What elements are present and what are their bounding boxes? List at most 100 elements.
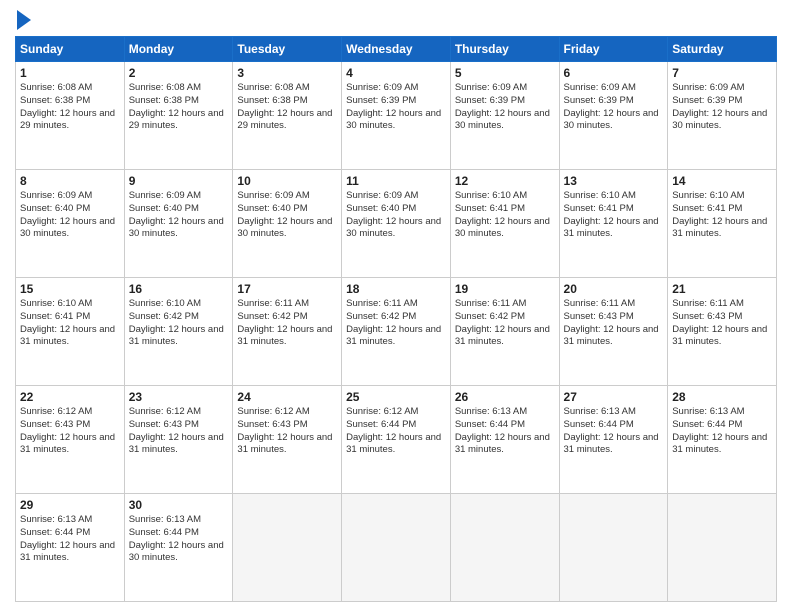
day-info: Sunrise: 6:10 AMSunset: 6:41 PMDaylight:… (564, 190, 664, 241)
day-number: 27 (564, 390, 664, 404)
day-info: Sunrise: 6:11 AMSunset: 6:42 PMDaylight:… (237, 298, 337, 349)
day-number: 3 (237, 66, 337, 80)
col-thursday: Thursday (450, 37, 559, 62)
day-info: Sunrise: 6:10 AMSunset: 6:42 PMDaylight:… (129, 298, 229, 349)
day-info: Sunrise: 6:12 AMSunset: 6:43 PMDaylight:… (237, 406, 337, 457)
table-row: 24 Sunrise: 6:12 AMSunset: 6:43 PMDayligh… (233, 386, 342, 494)
table-row: 15 Sunrise: 6:10 AMSunset: 6:41 PMDayligh… (16, 278, 125, 386)
day-number: 15 (20, 282, 120, 296)
table-row: 21 Sunrise: 6:11 AMSunset: 6:43 PMDayligh… (668, 278, 777, 386)
day-number: 8 (20, 174, 120, 188)
page: Sunday Monday Tuesday Wednesday Thursday… (0, 0, 792, 612)
calendar-week-5: 29 Sunrise: 6:13 AMSunset: 6:44 PMDayligh… (16, 494, 777, 602)
day-info: Sunrise: 6:09 AMSunset: 6:40 PMDaylight:… (346, 190, 446, 241)
logo-arrow-icon (17, 10, 31, 30)
day-number: 4 (346, 66, 446, 80)
calendar-table: Sunday Monday Tuesday Wednesday Thursday… (15, 36, 777, 602)
table-row (450, 494, 559, 602)
day-number: 18 (346, 282, 446, 296)
day-number: 21 (672, 282, 772, 296)
day-number: 22 (20, 390, 120, 404)
col-tuesday: Tuesday (233, 37, 342, 62)
day-info: Sunrise: 6:09 AMSunset: 6:39 PMDaylight:… (346, 82, 446, 133)
day-info: Sunrise: 6:08 AMSunset: 6:38 PMDaylight:… (237, 82, 337, 133)
day-number: 20 (564, 282, 664, 296)
day-number: 9 (129, 174, 229, 188)
day-info: Sunrise: 6:13 AMSunset: 6:44 PMDaylight:… (455, 406, 555, 457)
day-info: Sunrise: 6:10 AMSunset: 6:41 PMDaylight:… (672, 190, 772, 241)
day-info: Sunrise: 6:10 AMSunset: 6:41 PMDaylight:… (455, 190, 555, 241)
day-info: Sunrise: 6:12 AMSunset: 6:43 PMDaylight:… (20, 406, 120, 457)
table-row (559, 494, 668, 602)
day-info: Sunrise: 6:13 AMSunset: 6:44 PMDaylight:… (672, 406, 772, 457)
day-info: Sunrise: 6:11 AMSunset: 6:43 PMDaylight:… (564, 298, 664, 349)
table-row: 13 Sunrise: 6:10 AMSunset: 6:41 PMDayligh… (559, 170, 668, 278)
calendar-week-1: 1 Sunrise: 6:08 AMSunset: 6:38 PMDaylight… (16, 62, 777, 170)
table-row: 5 Sunrise: 6:09 AMSunset: 6:39 PMDaylight… (450, 62, 559, 170)
table-row (342, 494, 451, 602)
col-friday: Friday (559, 37, 668, 62)
day-number: 23 (129, 390, 229, 404)
table-row: 2 Sunrise: 6:08 AMSunset: 6:38 PMDaylight… (124, 62, 233, 170)
table-row: 22 Sunrise: 6:12 AMSunset: 6:43 PMDayligh… (16, 386, 125, 494)
day-number: 1 (20, 66, 120, 80)
day-number: 14 (672, 174, 772, 188)
table-row: 7Sunrise: 6:09 AMSunset: 6:39 PMDaylight… (668, 62, 777, 170)
table-row: 30 Sunrise: 6:13 AMSunset: 6:44 PMDayligh… (124, 494, 233, 602)
day-info: Sunrise: 6:09 AMSunset: 6:40 PMDaylight:… (237, 190, 337, 241)
day-number: 25 (346, 390, 446, 404)
day-number: 12 (455, 174, 555, 188)
table-row: 25 Sunrise: 6:12 AMSunset: 6:44 PMDayligh… (342, 386, 451, 494)
table-row: 11Sunrise: 6:09 AMSunset: 6:40 PMDayligh… (342, 170, 451, 278)
day-number: 2 (129, 66, 229, 80)
table-row: 26 Sunrise: 6:13 AMSunset: 6:44 PMDayligh… (450, 386, 559, 494)
calendar-week-4: 22 Sunrise: 6:12 AMSunset: 6:43 PMDayligh… (16, 386, 777, 494)
day-info: Sunrise: 6:13 AMSunset: 6:44 PMDaylight:… (20, 514, 120, 565)
table-row: 23 Sunrise: 6:12 AMSunset: 6:43 PMDayligh… (124, 386, 233, 494)
table-row (233, 494, 342, 602)
table-row: 16Sunrise: 6:10 AMSunset: 6:42 PMDayligh… (124, 278, 233, 386)
day-number: 30 (129, 498, 229, 512)
table-row: 8Sunrise: 6:09 AMSunset: 6:40 PMDaylight… (16, 170, 125, 278)
day-info: Sunrise: 6:08 AMSunset: 6:38 PMDaylight:… (129, 82, 229, 133)
day-number: 28 (672, 390, 772, 404)
logo (15, 10, 31, 30)
day-info: Sunrise: 6:12 AMSunset: 6:44 PMDaylight:… (346, 406, 446, 457)
table-row: 6Sunrise: 6:09 AMSunset: 6:39 PMDaylight… (559, 62, 668, 170)
day-info: Sunrise: 6:10 AMSunset: 6:41 PMDaylight:… (20, 298, 120, 349)
day-info: Sunrise: 6:12 AMSunset: 6:43 PMDaylight:… (129, 406, 229, 457)
day-number: 29 (20, 498, 120, 512)
col-saturday: Saturday (668, 37, 777, 62)
table-row: 18Sunrise: 6:11 AMSunset: 6:42 PMDayligh… (342, 278, 451, 386)
day-info: Sunrise: 6:11 AMSunset: 6:43 PMDaylight:… (672, 298, 772, 349)
table-row: 14 Sunrise: 6:10 AMSunset: 6:41 PMDayligh… (668, 170, 777, 278)
table-row: 20 Sunrise: 6:11 AMSunset: 6:43 PMDayligh… (559, 278, 668, 386)
day-number: 19 (455, 282, 555, 296)
table-row (668, 494, 777, 602)
day-number: 10 (237, 174, 337, 188)
day-number: 7 (672, 66, 772, 80)
day-number: 24 (237, 390, 337, 404)
day-info: Sunrise: 6:09 AMSunset: 6:40 PMDaylight:… (129, 190, 229, 241)
day-number: 17 (237, 282, 337, 296)
col-sunday: Sunday (16, 37, 125, 62)
day-number: 5 (455, 66, 555, 80)
calendar-week-2: 8 Sunrise: 6:09 AMSunset: 6:40 PMDaylight… (16, 170, 777, 278)
day-info: Sunrise: 6:09 AMSunset: 6:39 PMDaylight:… (564, 82, 664, 133)
header (15, 10, 777, 30)
day-number: 26 (455, 390, 555, 404)
day-info: Sunrise: 6:13 AMSunset: 6:44 PMDaylight:… (129, 514, 229, 565)
calendar-week-3: 15 Sunrise: 6:10 AMSunset: 6:41 PMDayligh… (16, 278, 777, 386)
day-number: 13 (564, 174, 664, 188)
col-monday: Monday (124, 37, 233, 62)
col-wednesday: Wednesday (342, 37, 451, 62)
day-info: Sunrise: 6:09 AMSunset: 6:39 PMDaylight:… (455, 82, 555, 133)
table-row: 10 Sunrise: 6:09 AMSunset: 6:40 PMDayligh… (233, 170, 342, 278)
table-row: 4 Sunrise: 6:09 AMSunset: 6:39 PMDaylight… (342, 62, 451, 170)
table-row: 29 Sunrise: 6:13 AMSunset: 6:44 PMDayligh… (16, 494, 125, 602)
day-info: Sunrise: 6:13 AMSunset: 6:44 PMDaylight:… (564, 406, 664, 457)
table-row: 12 Sunrise: 6:10 AMSunset: 6:41 PMDayligh… (450, 170, 559, 278)
day-info: Sunrise: 6:08 AMSunset: 6:38 PMDaylight:… (20, 82, 120, 133)
table-row: 9 Sunrise: 6:09 AMSunset: 6:40 PMDaylight… (124, 170, 233, 278)
day-info: Sunrise: 6:11 AMSunset: 6:42 PMDaylight:… (455, 298, 555, 349)
